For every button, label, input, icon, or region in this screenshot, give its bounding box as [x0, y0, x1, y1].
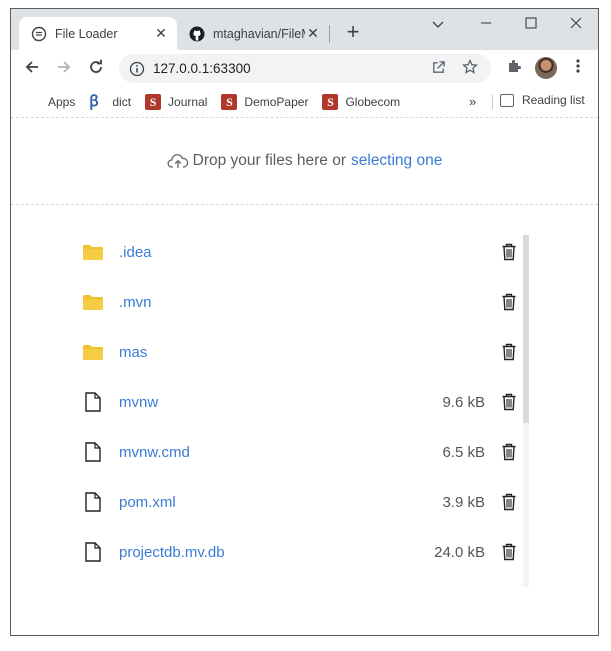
tab-file-loader[interactable]: File Loader ✕: [19, 17, 177, 50]
bookmarks-bar: Apps ꞵ dict S Journal S DemoPaper S Glob…: [11, 87, 598, 118]
info-icon[interactable]: [129, 61, 145, 77]
trash-icon[interactable]: [501, 243, 517, 261]
url-text[interactable]: 127.0.0.1:63300: [153, 61, 427, 76]
file-icon: [81, 492, 105, 512]
file-name-link[interactable]: .idea: [119, 244, 405, 261]
reload-button[interactable]: [85, 58, 107, 80]
apps-grid-icon: [25, 94, 41, 110]
folder-icon: [81, 342, 105, 362]
file-list-scrollbar[interactable]: [523, 235, 529, 587]
bookmark-globecom[interactable]: S Globecom: [322, 94, 400, 110]
reload-icon: [90, 59, 102, 73]
bookmark-apps[interactable]: Apps: [25, 94, 75, 110]
close-tab-icon[interactable]: ✕: [305, 25, 321, 42]
bookmark-journal[interactable]: S Journal: [145, 94, 207, 110]
file-name-link[interactable]: mvnw.cmd: [119, 444, 405, 461]
s-icon: S: [221, 94, 238, 110]
list-item[interactable]: mas: [71, 327, 531, 377]
file-drop-zone[interactable]: Drop your files here or selecting one: [11, 117, 598, 205]
browser-window: File Loader ✕ mtaghavian/FileM ✕ + 127.0…: [10, 8, 599, 636]
bookmark-star-icon[interactable]: [459, 58, 481, 78]
new-tab-button[interactable]: +: [341, 21, 365, 45]
file-icon: [81, 542, 105, 562]
list-item[interactable]: .mvn: [71, 277, 531, 327]
bookmark-label: DemoPaper: [244, 95, 309, 109]
file-name-link[interactable]: pom.xml: [119, 494, 405, 511]
folder-icon: [81, 242, 105, 262]
tab-strip: File Loader ✕ mtaghavian/FileM ✕ +: [11, 9, 598, 50]
kebab-menu-icon[interactable]: [567, 58, 589, 80]
tab-search-icon[interactable]: [416, 13, 460, 37]
extensions-puzzle-icon[interactable]: [503, 58, 525, 80]
forward-button[interactable]: [53, 58, 75, 80]
list-item[interactable]: pom.xml 3.9 kB: [71, 477, 531, 527]
scrollbar-thumb[interactable]: [523, 235, 529, 423]
reading-list-label: Reading list: [522, 93, 585, 107]
file-icon: [81, 392, 105, 412]
bookmark-dict[interactable]: ꞵ dict: [89, 94, 131, 110]
file-size: 3.9 kB: [442, 493, 485, 511]
file-name-link[interactable]: .mvn: [119, 294, 405, 311]
list-item[interactable]: mvnw.cmd 6.5 kB: [71, 427, 531, 477]
bookmark-label: Journal: [168, 95, 208, 109]
bookmark-label: Apps: [48, 95, 76, 109]
file-name-link[interactable]: projectdb.mv.db: [119, 544, 405, 561]
cloud-upload-icon: [167, 154, 188, 168]
browser-toolbar: 127.0.0.1:63300: [11, 50, 598, 87]
reading-list-icon: [500, 93, 514, 107]
tab-title: mtaghavian/FileM: [213, 26, 305, 41]
minimize-button[interactable]: [464, 13, 508, 37]
trash-icon[interactable]: [501, 343, 517, 361]
file-size: 6.5 kB: [442, 443, 485, 461]
dropzone-text: Drop your files here or: [192, 152, 346, 169]
address-bar[interactable]: 127.0.0.1:63300: [119, 54, 491, 83]
trash-icon[interactable]: [501, 543, 517, 561]
file-name-link[interactable]: mvnw: [119, 394, 405, 411]
file-list: .idea .mvn mas mvnw 9.6 kB mvnw.cmd 6.5 …: [71, 227, 531, 584]
trash-icon[interactable]: [501, 493, 517, 511]
list-item[interactable]: mvnw 9.6 kB: [71, 377, 531, 427]
back-button[interactable]: [21, 58, 43, 80]
trash-icon[interactable]: [501, 293, 517, 311]
dict-icon: ꞵ: [89, 94, 99, 110]
tab-github[interactable]: mtaghavian/FileM ✕: [177, 17, 327, 50]
arrow-right-icon: [58, 61, 71, 73]
file-size: 24.0 kB: [434, 543, 485, 561]
folder-icon: [81, 292, 105, 312]
select-files-link[interactable]: selecting one: [351, 152, 442, 170]
bookmarks-separator: [492, 95, 493, 109]
bookmark-label: dict: [112, 95, 132, 109]
s-icon: S: [322, 94, 339, 110]
arrow-left-icon: [25, 61, 38, 73]
list-item[interactable]: .idea: [71, 227, 531, 277]
file-icon: [81, 442, 105, 462]
trash-icon[interactable]: [501, 443, 517, 461]
github-icon: [189, 26, 205, 41]
close-tab-icon[interactable]: ✕: [153, 25, 169, 42]
reading-list-button[interactable]: Reading list: [500, 93, 585, 107]
maximize-button[interactable]: [509, 13, 553, 37]
page-content: Drop your files here or selecting one .i…: [11, 117, 598, 635]
bookmark-demopaper[interactable]: S DemoPaper: [221, 94, 308, 110]
file-name-link[interactable]: mas: [119, 344, 405, 361]
file-size: 9.6 kB: [442, 393, 485, 411]
close-window-button[interactable]: [554, 13, 598, 37]
trash-icon[interactable]: [501, 393, 517, 411]
tab-separator: [329, 25, 330, 43]
tab-title: File Loader: [55, 26, 118, 41]
list-item[interactable]: projectdb.mv.db 24.0 kB: [71, 527, 531, 577]
more-bookmarks-button[interactable]: »: [469, 94, 476, 109]
s-icon: S: [145, 94, 162, 110]
bookmark-label: Globecom: [345, 95, 401, 109]
profile-avatar[interactable]: [535, 57, 557, 79]
share-icon[interactable]: [427, 60, 449, 78]
chat-bubble-icon: [31, 26, 47, 41]
